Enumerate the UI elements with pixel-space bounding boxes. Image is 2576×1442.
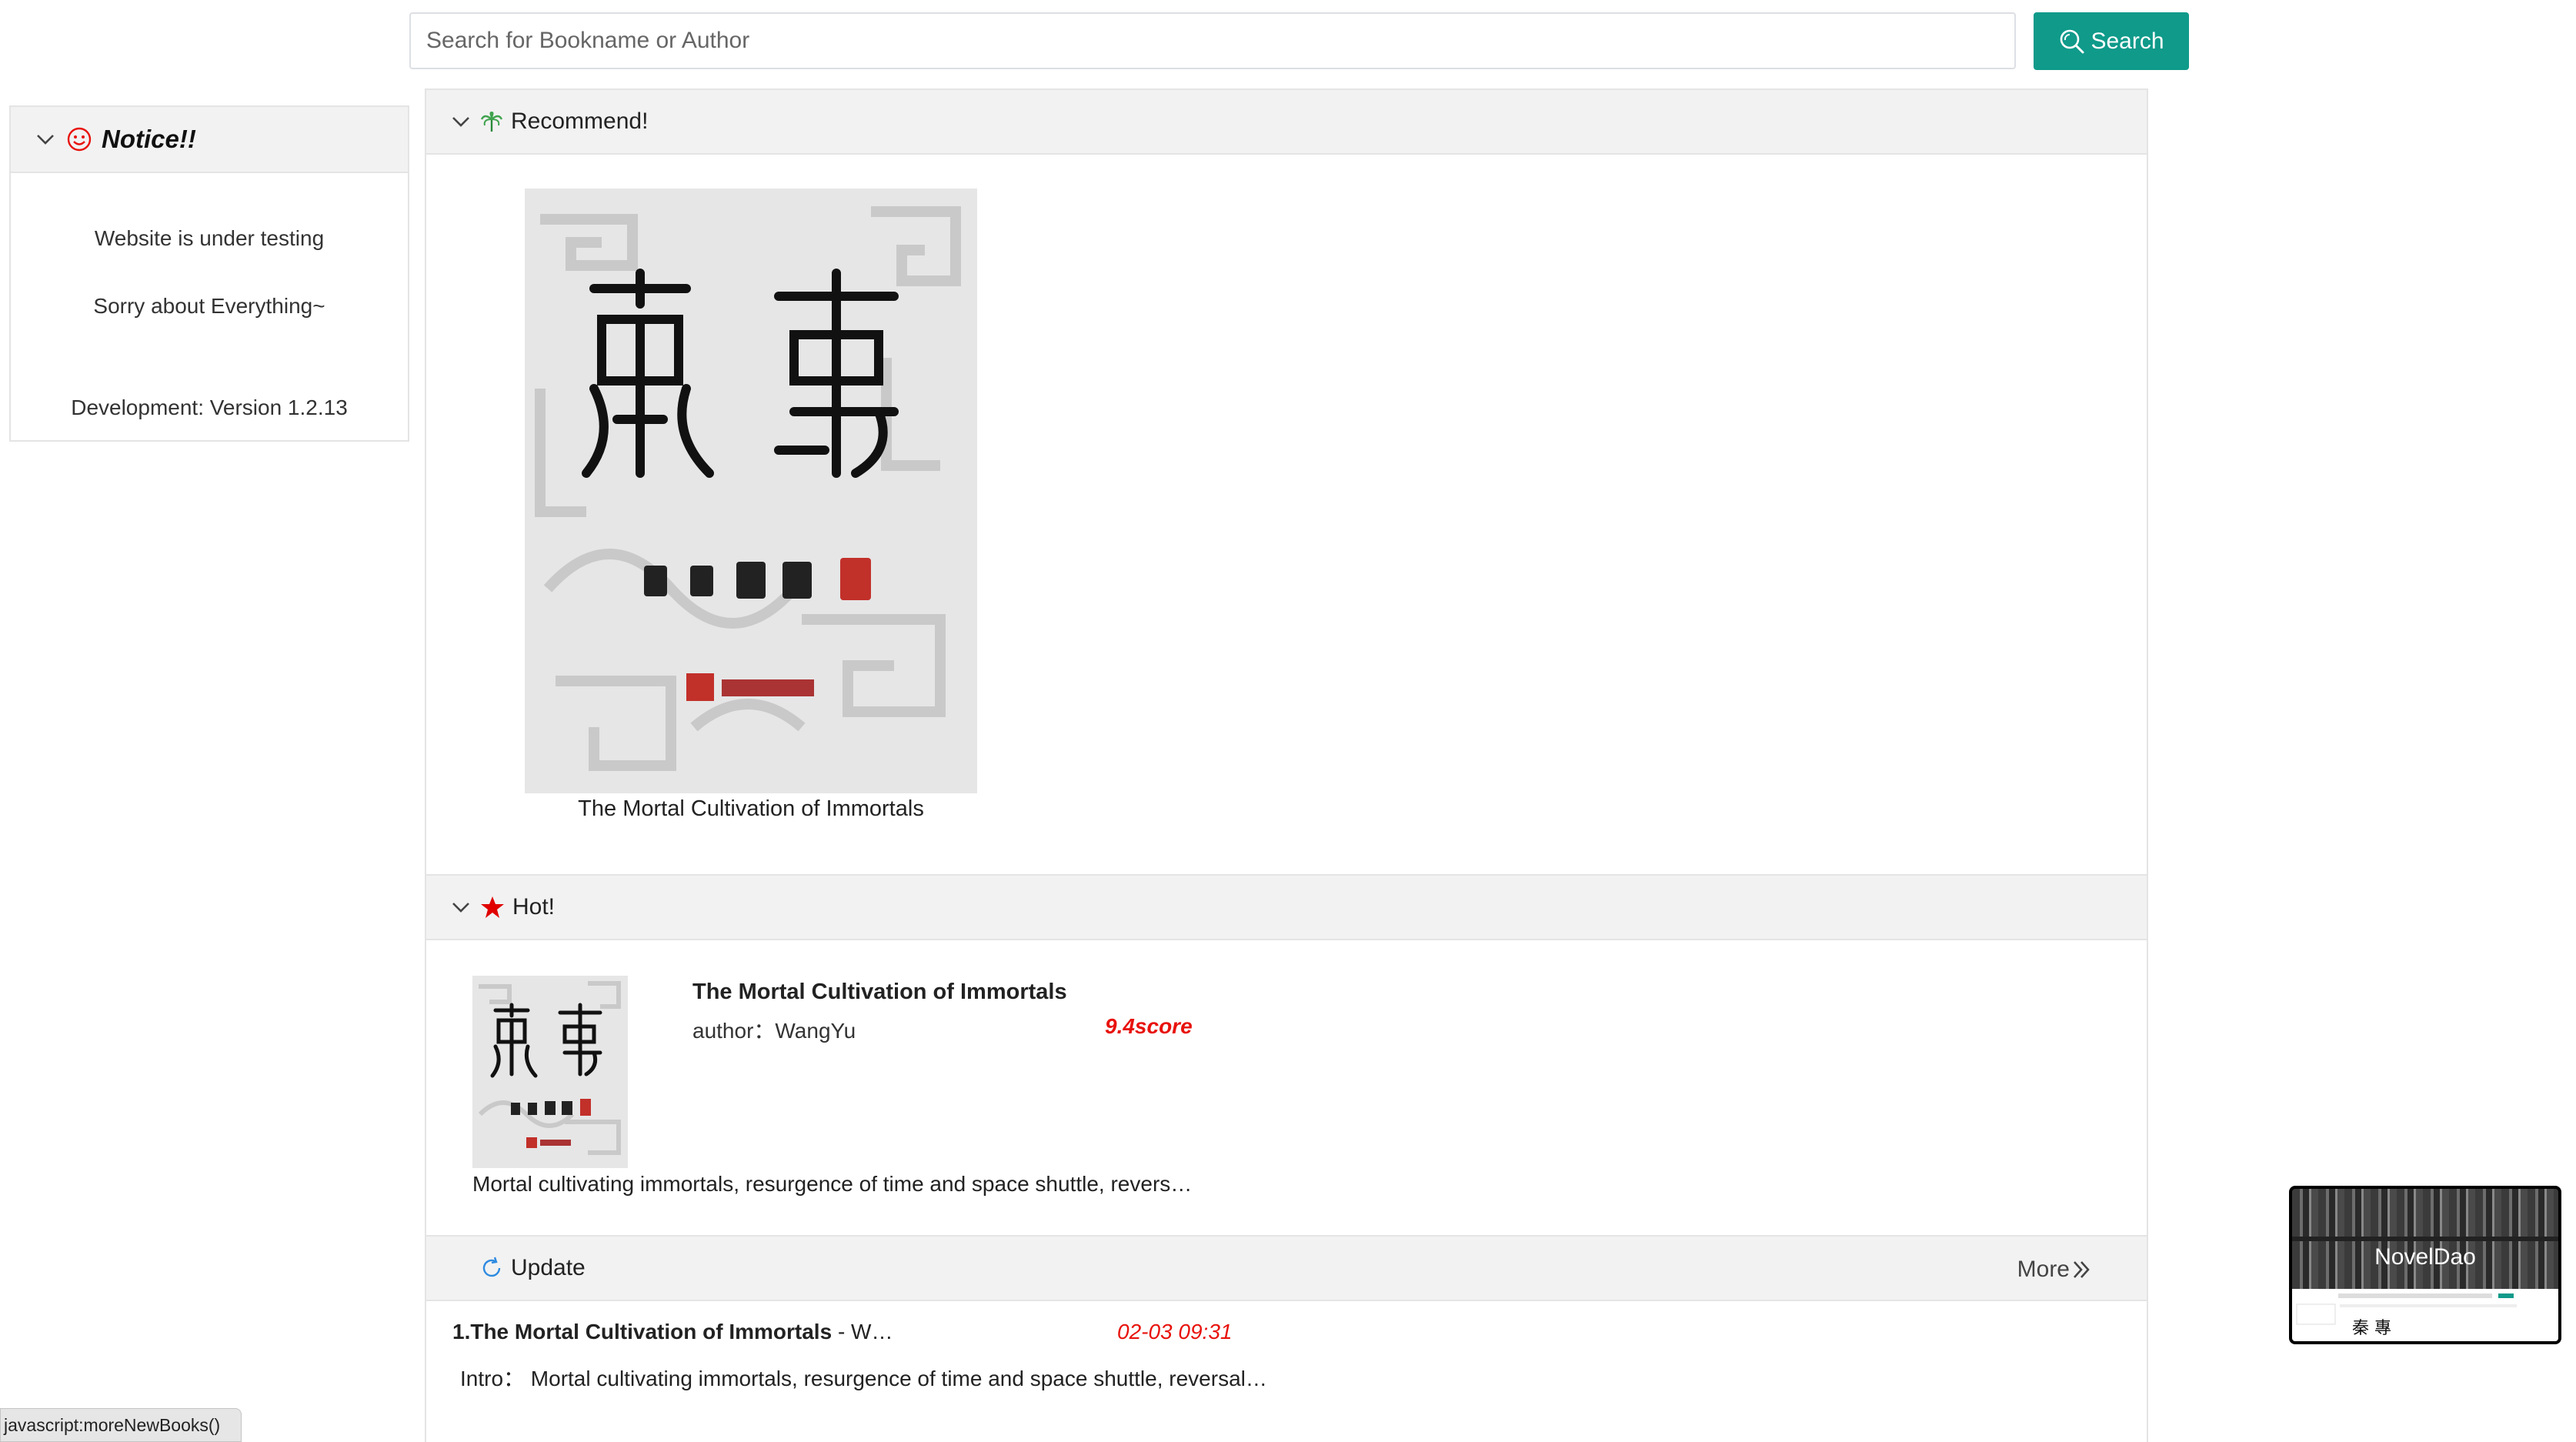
hot-book-title[interactable]: The Mortal Cultivation of Immortals: [692, 980, 1067, 1005]
notice-version: Development: Version 1.2.13: [71, 396, 348, 419]
chevron-down-icon[interactable]: [449, 110, 472, 133]
recommend-header[interactable]: Recommend!: [426, 88, 2147, 155]
search-button[interactable]: Search: [2034, 12, 2189, 70]
palm-tree-icon: [480, 112, 503, 132]
search-button-label: Search: [2090, 28, 2164, 54]
notice-line: Sorry about Everything~: [93, 294, 325, 318]
hot-book-score: 9.4score: [1105, 1014, 1193, 1038]
notice-panel: Notice!! Website is under testing Sorry …: [9, 105, 409, 442]
page-miniature-image: 秦 專: [2296, 1293, 2517, 1338]
update-item-title[interactable]: 1.The Mortal Cultivation of Immortals: [452, 1320, 832, 1344]
preview-page-miniature: 秦 專: [2292, 1289, 2558, 1341]
book-cover-image: [525, 189, 977, 793]
double-chevron-right-icon: [2074, 1261, 2090, 1278]
update-header: Update More: [426, 1235, 2147, 1301]
update-item-date: 02-03 09:31: [1117, 1320, 1233, 1344]
hot-header[interactable]: Hot!: [426, 874, 2147, 940]
update-title: Update: [511, 1255, 586, 1280]
main-content: Recommend! The Mortal Cultivation of Imm…: [425, 88, 2148, 1442]
svg-text:秦 專: 秦 專: [2352, 1319, 2391, 1338]
browser-status-bar: javascript:moreNewBooks(): [0, 1408, 242, 1442]
bookshelf-image: [2292, 1189, 2558, 1289]
star-icon: [481, 896, 504, 918]
update-item-author: - W…: [832, 1320, 893, 1344]
site-preview-thumbnail[interactable]: NovelDao 秦 專: [2289, 1186, 2561, 1344]
preview-title: NovelDao: [2374, 1244, 2476, 1270]
update-list-item[interactable]: 1.The Mortal Cultivation of Immortals - …: [452, 1320, 893, 1344]
author-name: WangYu: [775, 1019, 856, 1043]
recommend-book-title[interactable]: The Mortal Cultivation of Immortals: [525, 796, 977, 822]
notice-line: Website is under testing: [94, 226, 325, 250]
search-icon: [2060, 29, 2084, 53]
hot-book-intro: Mortal cultivating immortals, resurgence…: [472, 1172, 1193, 1196]
search-input[interactable]: [409, 12, 2016, 69]
update-item-intro: Intro： Mortal cultivating immortals, res…: [460, 1367, 1267, 1390]
book-cover-image: [472, 976, 628, 1168]
more-link[interactable]: More: [2017, 1237, 2093, 1303]
notice-header[interactable]: Notice!!: [11, 107, 408, 173]
hot-book-author: author：WangYu: [692, 1014, 856, 1045]
chevron-down-icon[interactable]: [34, 128, 57, 151]
recommend-book-cover[interactable]: [525, 189, 977, 793]
chevron-down-icon[interactable]: [449, 896, 472, 919]
more-label: More: [2017, 1257, 2070, 1282]
hot-book-cover[interactable]: [472, 976, 628, 1168]
refresh-icon: [482, 1257, 501, 1277]
author-label: author：: [692, 1019, 776, 1043]
recommend-title: Recommend!: [511, 108, 649, 134]
smile-icon: [67, 127, 92, 152]
notice-title: Notice!!: [102, 125, 196, 153]
hot-title: Hot!: [512, 894, 556, 920]
